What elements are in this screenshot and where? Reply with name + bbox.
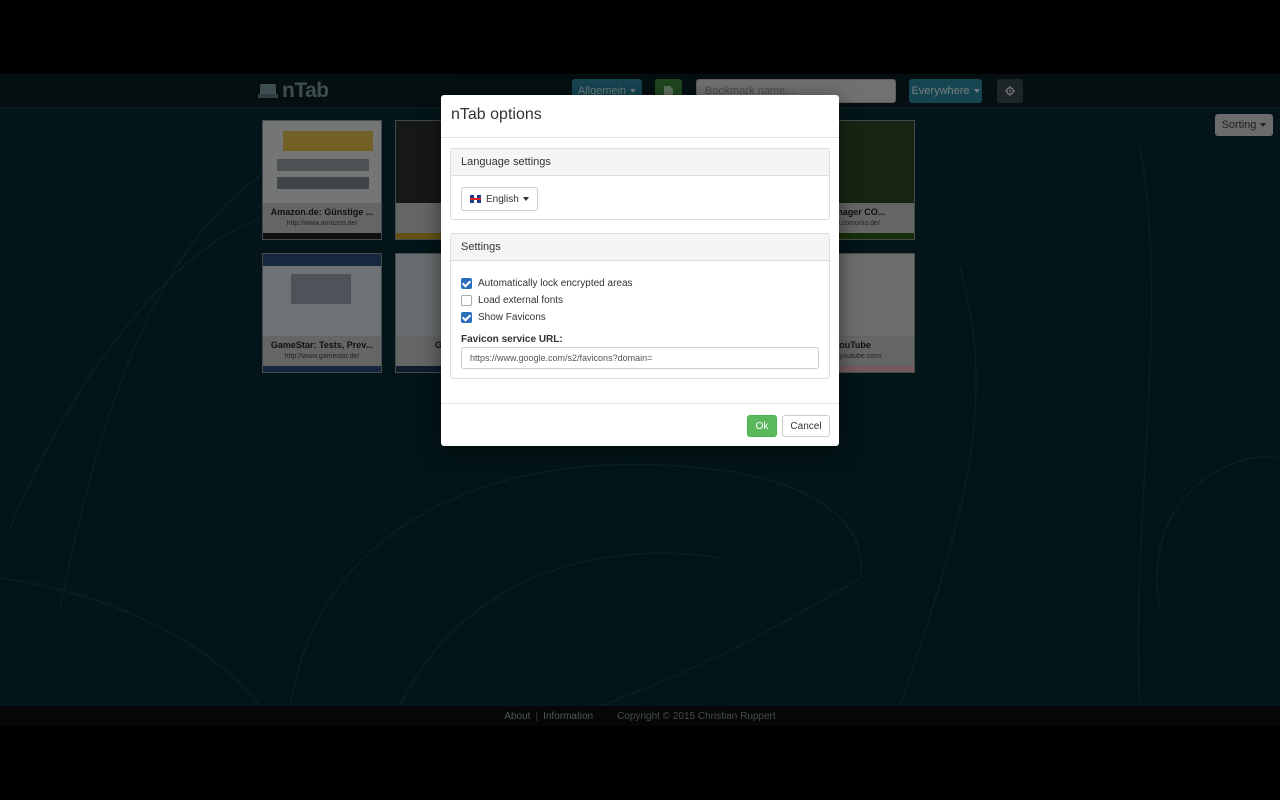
auto-lock-label: Automatically lock encrypted areas <box>478 278 633 289</box>
options-dialog: nTab options Language settings English S… <box>441 95 839 446</box>
favicon-url-label: Favicon service URL: <box>461 334 563 345</box>
letterbox-bottom <box>0 726 1280 800</box>
dialog-title: nTab options <box>451 106 542 123</box>
ok-button[interactable]: Ok <box>747 415 777 437</box>
language-settings-panel: Language settings English <box>450 148 830 220</box>
settings-heading: Settings <box>451 234 829 261</box>
favicon-url-value: https://www.google.com/s2/favicons?domai… <box>470 353 653 363</box>
dialog-header: nTab options <box>441 95 839 138</box>
dialog-footer: Ok Cancel <box>441 403 839 446</box>
option-show-favicons[interactable]: Show Favicons <box>461 312 546 323</box>
external-fonts-label: Load external fonts <box>478 295 564 306</box>
settings-panel: Settings Automatically lock encrypted ar… <box>450 233 830 379</box>
external-fonts-checkbox[interactable] <box>461 295 472 306</box>
caret-down-icon <box>522 197 529 201</box>
option-auto-lock[interactable]: Automatically lock encrypted areas <box>461 278 633 289</box>
uk-flag-icon <box>470 195 481 203</box>
cancel-button[interactable]: Cancel <box>782 415 830 437</box>
option-external-fonts[interactable]: Load external fonts <box>461 295 563 306</box>
show-favicons-checkbox[interactable] <box>461 312 472 323</box>
letterbox-top <box>0 0 1280 74</box>
language-label: English <box>486 193 519 205</box>
language-settings-heading: Language settings <box>451 149 829 176</box>
favicon-url-input[interactable]: https://www.google.com/s2/favicons?domai… <box>461 347 819 369</box>
show-favicons-label: Show Favicons <box>478 312 546 323</box>
language-dropdown-button[interactable]: English <box>461 187 538 211</box>
auto-lock-checkbox[interactable] <box>461 278 472 289</box>
